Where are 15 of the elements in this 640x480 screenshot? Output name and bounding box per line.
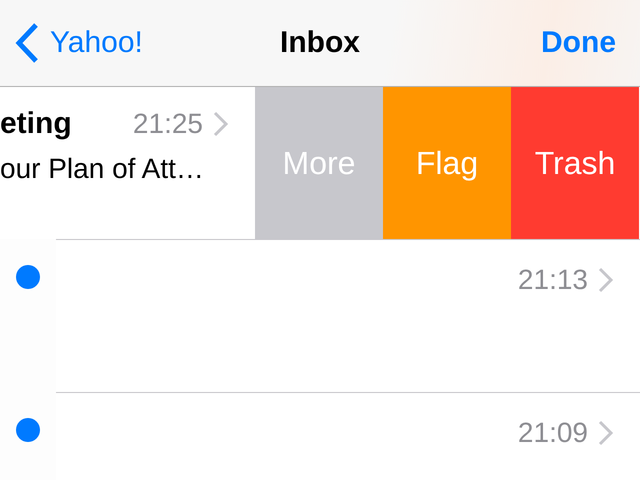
message-time: 21:09 [518, 417, 588, 449]
chevron-icon [598, 420, 614, 446]
back-chevron-icon [14, 22, 40, 64]
chevron-icon [598, 267, 614, 293]
swipe-action-button[interactable]: Trash [511, 87, 639, 239]
message-time: 21:13 [518, 264, 588, 296]
chevron-icon [213, 111, 229, 137]
message-row[interactable]: eting 21:25 our Plan of Att… More Flag Trash [0, 87, 640, 239]
message-time: 21:25 [132, 108, 203, 140]
done-button[interactable]: Done [541, 26, 616, 60]
message-subject: eting [0, 107, 73, 141]
message-preview: our Plan of Att… [0, 153, 205, 185]
back-button[interactable]: Yahoo! [14, 22, 143, 64]
swipe-action-button[interactable]: Flag [383, 87, 511, 239]
inbox-title: Inbox [280, 26, 360, 59]
